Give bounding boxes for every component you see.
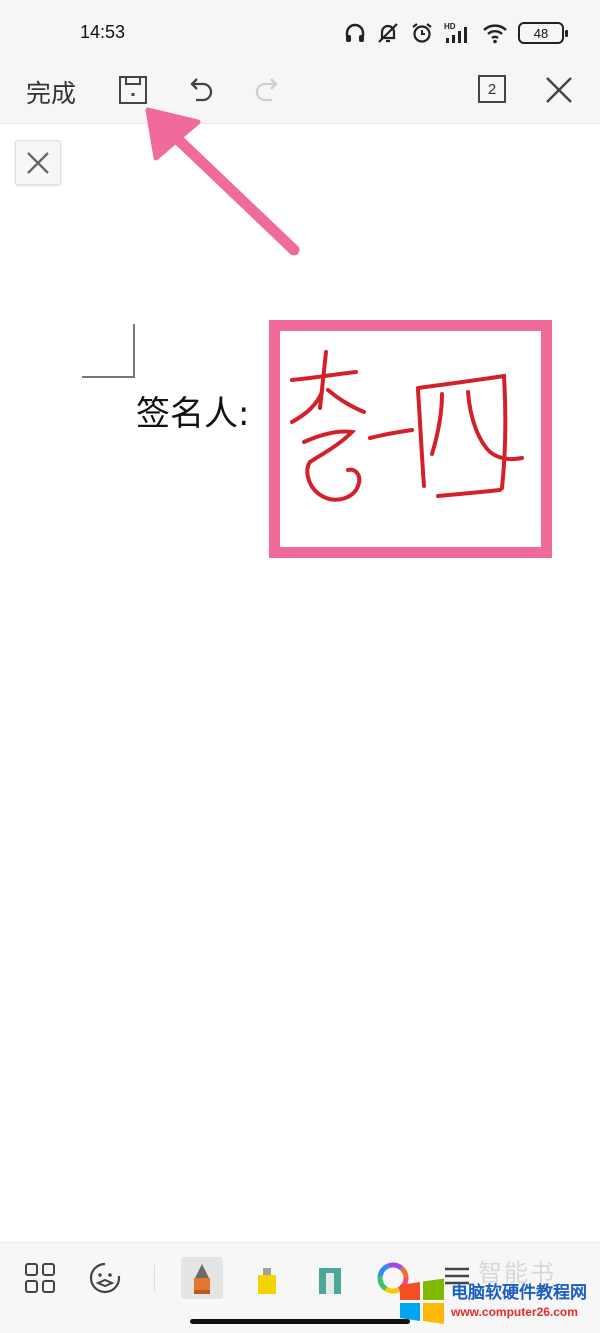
page-count-icon[interactable]: 2 xyxy=(478,75,506,103)
status-bar: 14:53 HD 48 xyxy=(0,0,600,66)
hd-signal-icon: HD xyxy=(444,22,467,43)
svg-text:HD: HD xyxy=(444,22,456,31)
close-x-icon xyxy=(27,151,49,174)
status-icons: HD 48 xyxy=(344,18,568,48)
battery-level: 48 xyxy=(533,25,549,41)
wifi-icon xyxy=(483,24,507,44)
alarm-icon xyxy=(412,23,432,43)
close-icon[interactable] xyxy=(540,71,578,109)
watermark-title: 电脑软硬件教程网 xyxy=(451,1283,587,1303)
windows-logo-icon xyxy=(400,1278,444,1324)
done-button[interactable]: 完成 xyxy=(26,74,76,110)
handwritten-signature xyxy=(290,350,524,502)
toolbar-divider xyxy=(154,1265,155,1291)
status-time: 14:53 xyxy=(80,22,126,42)
highlighter-icon[interactable] xyxy=(246,1257,288,1299)
page-corner-mark xyxy=(82,324,135,378)
panel-close-button[interactable] xyxy=(15,140,61,185)
headphones-icon xyxy=(345,23,365,42)
eraser-icon[interactable] xyxy=(309,1257,351,1299)
grid-apps-icon[interactable] xyxy=(19,1257,61,1299)
mute-bell-icon xyxy=(378,23,398,43)
site-watermark: 电脑软硬件教程网 www.computer26.com xyxy=(396,1272,600,1330)
pen-icon[interactable] xyxy=(181,1257,223,1299)
home-indicator[interactable] xyxy=(190,1319,410,1324)
battery-icon: 48 xyxy=(518,22,568,44)
sticker-icon[interactable] xyxy=(84,1257,126,1299)
annotation-arrow xyxy=(145,107,300,256)
page-count-value: 2 xyxy=(487,80,497,98)
watermark-url: www.computer26.com xyxy=(451,1305,578,1319)
signer-label: 签名人: xyxy=(136,394,250,434)
